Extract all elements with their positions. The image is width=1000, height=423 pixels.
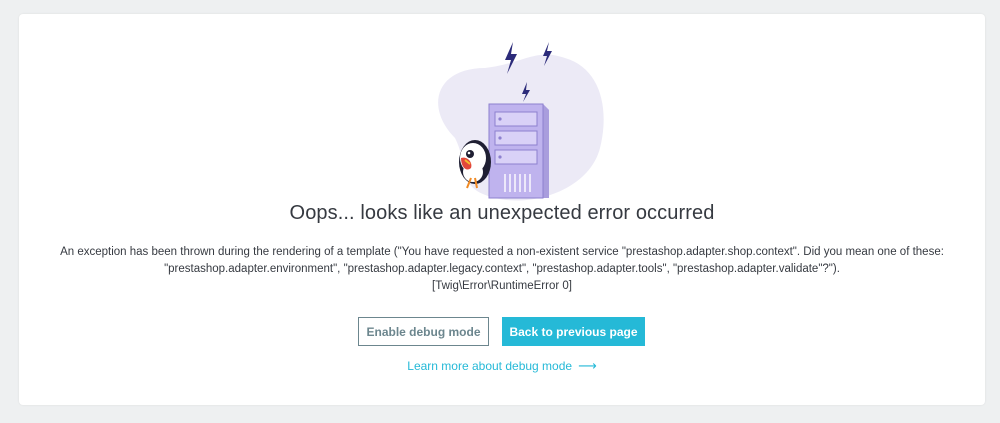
arrow-right-icon: ⟶ [578, 358, 597, 373]
error-message-line: "prestashop.adapter.environment", "prest… [164, 263, 840, 275]
server-tower-icon [488, 103, 549, 199]
error-title: Oops... looks like an unexpected error o… [289, 202, 715, 224]
back-to-previous-page-button[interactable]: Back to previous page [502, 317, 645, 346]
learn-more-label: Learn more about debug mode [407, 359, 573, 373]
error-card: Oops... looks like an unexpected error o… [19, 14, 985, 405]
server-error-illustration [438, 42, 604, 201]
learn-more-debug-link[interactable]: Learn more about debug mode ⟶ [19, 358, 985, 374]
error-message-line: An exception has been thrown during the … [60, 246, 944, 258]
error-message: An exception has been thrown during the … [39, 244, 965, 295]
enable-debug-mode-button[interactable]: Enable debug mode [358, 317, 489, 346]
error-code: [Twig\Error\RuntimeError 0] [432, 280, 572, 292]
